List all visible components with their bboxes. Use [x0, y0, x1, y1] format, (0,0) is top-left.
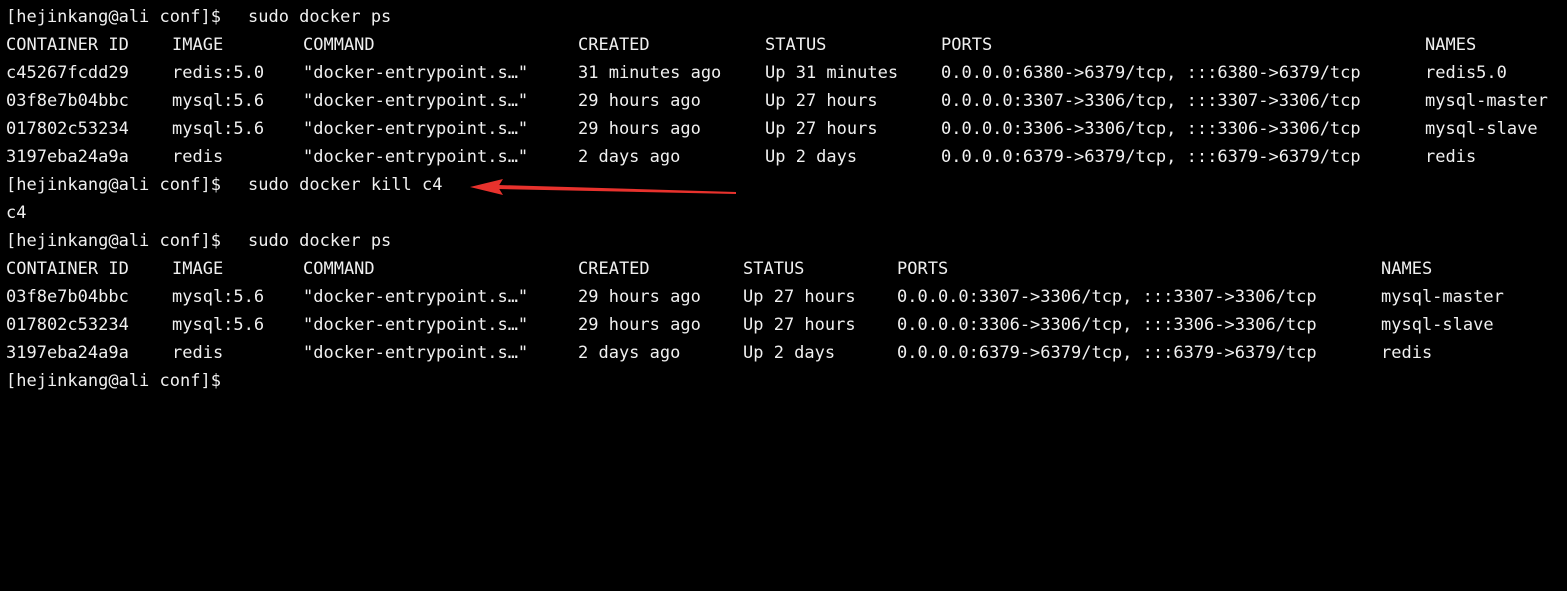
image-name: mysql:5.6 [172, 119, 265, 139]
command-cell: "docker-entrypoint.s…" [303, 119, 529, 139]
command-text: sudo docker kill c4 [248, 175, 443, 195]
ports-cell: 0.0.0.0:3307->3306/tcp, :::3307->3306/tc… [897, 287, 1317, 307]
table-row: 017802c53234 mysql:5.6 "docker-entrypoin… [0, 115, 1538, 143]
table-row: 03f8e7b04bbc mysql:5.6 "docker-entrypoin… [0, 87, 1548, 115]
ports-cell: 0.0.0.0:6380->6379/tcp, :::6380->6379/tc… [941, 63, 1361, 83]
prompt-line-1: [hejinkang@ali conf]$ sudo docker ps [0, 3, 391, 31]
status-cell: Up 27 hours [765, 119, 878, 139]
container-id: c45267fcdd29 [6, 63, 129, 83]
header-image: IMAGE [172, 259, 224, 279]
header-status: STATUS [765, 35, 827, 55]
arrow-head [470, 179, 503, 195]
image-name: redis:5.0 [172, 63, 265, 83]
header-created: CREATED [578, 35, 650, 55]
table-row: c45267fcdd29 redis:5.0 "docker-entrypoin… [0, 59, 1507, 87]
prompt-line-2: [hejinkang@ali conf]$ sudo docker kill c… [0, 171, 442, 199]
created-cell: 29 hours ago [578, 315, 701, 335]
kill-output: c4 [6, 203, 27, 223]
container-id: 017802c53234 [6, 315, 129, 335]
container-id: 03f8e7b04bbc [6, 287, 129, 307]
names-cell: redis5.0 [1425, 63, 1507, 83]
ports-cell: 0.0.0.0:3306->3306/tcp, :::3306->3306/tc… [941, 119, 1361, 139]
shell-prompt: [hejinkang@ali conf]$ [6, 7, 221, 27]
status-cell: Up 27 hours [743, 315, 856, 335]
image-name: mysql:5.6 [172, 315, 265, 335]
image-name: redis [172, 147, 224, 167]
names-cell: mysql-master [1425, 91, 1548, 111]
shell-prompt: [hejinkang@ali conf]$ [6, 371, 221, 391]
command-text: sudo docker ps [248, 7, 392, 27]
ports-cell: 0.0.0.0:3306->3306/tcp, :::3306->3306/tc… [897, 315, 1317, 335]
names-cell: mysql-master [1381, 287, 1504, 307]
header-container-id: CONTAINER ID [6, 259, 129, 279]
header-container-id: CONTAINER ID [6, 35, 129, 55]
header-names: NAMES [1381, 259, 1433, 279]
container-id: 017802c53234 [6, 119, 129, 139]
created-cell: 29 hours ago [578, 91, 701, 111]
header-status: STATUS [743, 259, 805, 279]
header-command: COMMAND [303, 259, 375, 279]
command-cell: "docker-entrypoint.s…" [303, 343, 529, 363]
status-cell: Up 31 minutes [765, 63, 899, 83]
terminal-window[interactable]: [hejinkang@ali conf]$ sudo docker ps CON… [0, 0, 1567, 405]
prompt-line-3: [hejinkang@ali conf]$ sudo docker ps [0, 227, 391, 255]
ports-cell: 0.0.0.0:3307->3306/tcp, :::3307->3306/tc… [941, 91, 1361, 111]
table-header-2: CONTAINER ID IMAGE COMMAND CREATED STATU… [0, 255, 1432, 283]
header-ports: PORTS [897, 259, 949, 279]
table-row: 3197eba24a9a redis "docker-entrypoint.s…… [0, 339, 1432, 367]
names-cell: mysql-slave [1381, 315, 1494, 335]
created-cell: 31 minutes ago [578, 63, 722, 83]
table-header-1: CONTAINER ID IMAGE COMMAND CREATED STATU… [0, 31, 1476, 59]
created-cell: 29 hours ago [578, 119, 701, 139]
table-row: 017802c53234 mysql:5.6 "docker-entrypoin… [0, 311, 1494, 339]
command-cell: "docker-entrypoint.s…" [303, 147, 529, 167]
image-name: mysql:5.6 [172, 287, 265, 307]
table-row: 03f8e7b04bbc mysql:5.6 "docker-entrypoin… [0, 283, 1504, 311]
command-text: sudo docker ps [248, 231, 392, 251]
arrow-shaft [498, 185, 736, 194]
created-cell: 29 hours ago [578, 287, 701, 307]
command-output: c4 [0, 199, 41, 227]
shell-prompt: [hejinkang@ali conf]$ [6, 175, 221, 195]
command-cell: "docker-entrypoint.s…" [303, 63, 529, 83]
container-id: 3197eba24a9a [6, 147, 129, 167]
header-image: IMAGE [172, 35, 224, 55]
status-cell: Up 27 hours [743, 287, 856, 307]
command-cell: "docker-entrypoint.s…" [303, 91, 529, 111]
header-created: CREATED [578, 259, 650, 279]
image-name: mysql:5.6 [172, 91, 265, 111]
header-names: NAMES [1425, 35, 1477, 55]
names-cell: mysql-slave [1425, 119, 1538, 139]
created-cell: 2 days ago [578, 147, 681, 167]
ports-cell: 0.0.0.0:6379->6379/tcp, :::6379->6379/tc… [897, 343, 1317, 363]
image-name: redis [172, 343, 224, 363]
prompt-line-4: [hejinkang@ali conf]$ [0, 367, 221, 395]
created-cell: 2 days ago [578, 343, 681, 363]
ports-cell: 0.0.0.0:6379->6379/tcp, :::6379->6379/tc… [941, 147, 1361, 167]
names-cell: redis [1425, 147, 1477, 167]
command-cell: "docker-entrypoint.s…" [303, 315, 529, 335]
status-cell: Up 2 days [743, 343, 836, 363]
header-ports: PORTS [941, 35, 993, 55]
shell-prompt: [hejinkang@ali conf]$ [6, 231, 221, 251]
header-command: COMMAND [303, 35, 375, 55]
container-id: 03f8e7b04bbc [6, 91, 129, 111]
container-id: 3197eba24a9a [6, 343, 129, 363]
status-cell: Up 2 days [765, 147, 858, 167]
status-cell: Up 27 hours [765, 91, 878, 111]
names-cell: redis [1381, 343, 1433, 363]
command-cell: "docker-entrypoint.s…" [303, 287, 529, 307]
table-row: 3197eba24a9a redis "docker-entrypoint.s…… [0, 143, 1476, 171]
